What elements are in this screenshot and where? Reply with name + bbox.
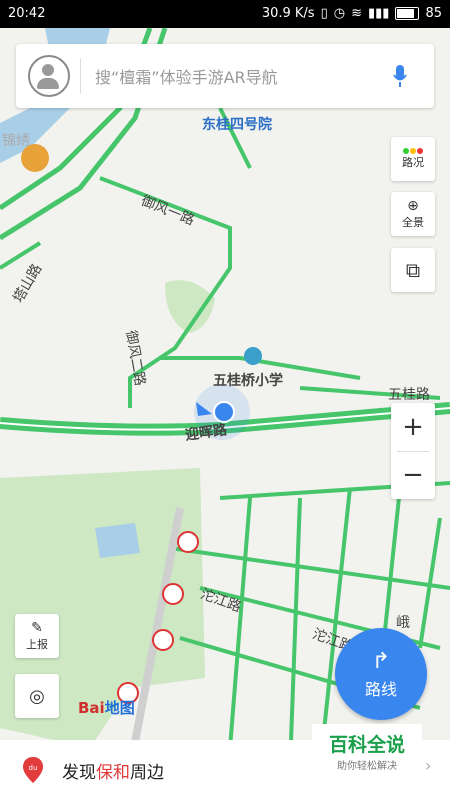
network-speed: 30.9 K/s	[261, 6, 315, 21]
label-jinjiang: 锦绣	[2, 133, 30, 149]
pond	[95, 523, 140, 558]
svg-text:du: du	[29, 764, 38, 772]
alarm-icon: ◷	[333, 6, 346, 21]
baidu-map-logo: Bai地图	[78, 697, 135, 718]
label-donggui: 东桂四号院	[202, 117, 272, 133]
baike-watermark: 百科全说 助你轻松解决	[312, 724, 422, 776]
battery-icon	[395, 7, 420, 20]
route-button[interactable]: ↱ 路线	[335, 628, 427, 720]
panorama-label: 全景	[402, 216, 424, 229]
mic-icon[interactable]	[380, 56, 420, 96]
wifi-icon: ≋	[351, 6, 362, 21]
battery-level: 85	[425, 6, 442, 21]
report-icon: ✎	[31, 620, 43, 636]
panorama-icon: ⊕	[407, 198, 419, 214]
locate-icon: ◎	[29, 685, 45, 707]
layers-button[interactable]: ⧉	[391, 248, 435, 292]
zoom-out-button[interactable]: −	[391, 451, 435, 499]
label-wuguilu: 五桂路	[388, 387, 430, 403]
report-button[interactable]: ✎ 上报	[15, 614, 59, 658]
status-time: 20:42	[8, 6, 46, 21]
zoom-control: + −	[391, 403, 435, 499]
signal-icon: ▮▮▮	[367, 6, 390, 21]
vibrate-icon: ▯	[320, 6, 328, 21]
locate-button[interactable]: ◎	[15, 674, 59, 718]
logo-du: 地图	[104, 699, 135, 717]
panorama-button[interactable]: ⊕ 全景	[391, 192, 435, 236]
discover-text: 发现保和周边	[62, 758, 164, 783]
status-icons: 30.9 K/s ▯ ◷ ≋ ▮▮▮ 85	[262, 6, 442, 21]
search-input[interactable]: 搜“檀霜”体验手游AR导航	[95, 64, 380, 88]
report-label: 上报	[26, 638, 48, 651]
label-wuguiqiao[interactable]: 五桂桥小学	[213, 370, 283, 390]
discover-prefix: 发现	[62, 762, 96, 783]
chevron-right-icon[interactable]: ›	[425, 756, 431, 775]
baike-title: 百科全说	[328, 734, 405, 756]
location-pin-icon: du	[23, 757, 43, 783]
route-label: 路线	[364, 679, 397, 699]
status-bar: 20:42 30.9 K/s ▯ ◷ ≋ ▮▮▮ 85	[0, 0, 450, 28]
zoom-in-button[interactable]: +	[391, 403, 435, 451]
label-mao: 峨	[396, 615, 410, 631]
logo-bai: Bai	[78, 699, 105, 717]
avatar[interactable]	[28, 55, 70, 97]
baike-subtitle: 助你轻松解决	[337, 761, 397, 772]
traffic-button[interactable]: 路况	[391, 137, 435, 181]
discover-suffix: 周边	[130, 762, 164, 783]
search-bar[interactable]: 搜“檀霜”体验手游AR导航	[16, 44, 434, 108]
school-pin	[244, 347, 262, 365]
search-divider	[80, 58, 81, 94]
layers-icon: ⧉	[405, 258, 421, 282]
traffic-label: 路况	[402, 156, 424, 169]
zoom-divider	[397, 451, 429, 452]
route-arrow-icon: ↱	[371, 648, 391, 674]
discover-highlight: 保和	[96, 762, 130, 783]
